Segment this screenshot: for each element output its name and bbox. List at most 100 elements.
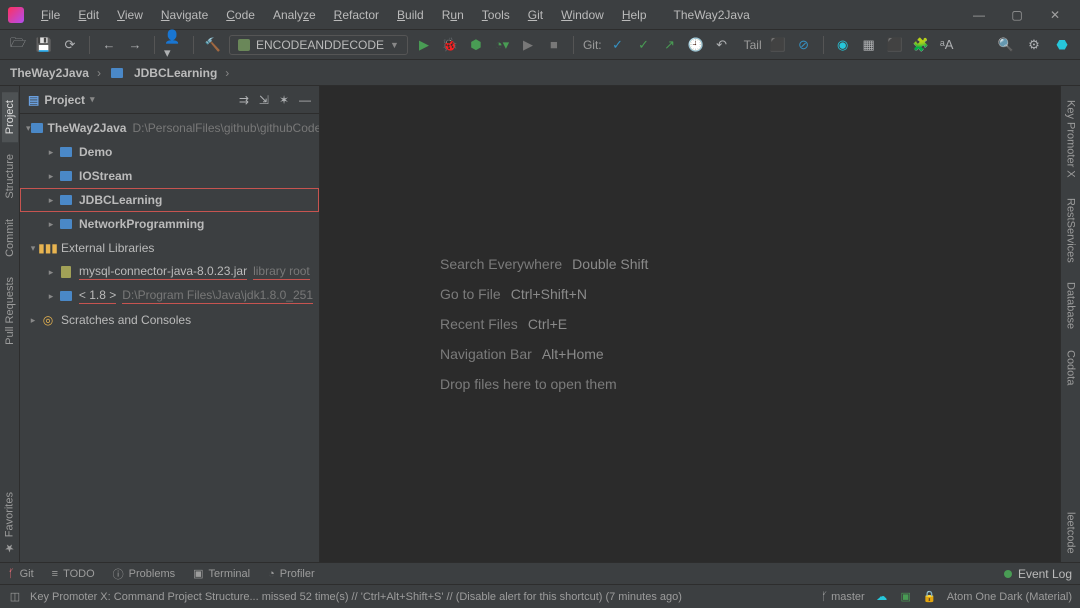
translate-icon[interactable]: ᵃA — [937, 35, 957, 55]
project-panel-title[interactable]: ▤ Project ▾ — [28, 93, 95, 107]
build-icon[interactable]: 🔨 — [203, 35, 223, 55]
run-config-selector[interactable]: ENCODEANDDECODE ▼ — [229, 35, 408, 55]
tree-lib-mysql[interactable]: ▸ mysql-connector-java-8.0.23.jar librar… — [20, 260, 319, 284]
tree-lib-jdk[interactable]: ▸ < 1.8 > D:\Program Files\Java\jdk1.8.0… — [20, 284, 319, 308]
menu-git[interactable]: Git — [521, 5, 550, 25]
tab-database[interactable]: Database — [1063, 274, 1079, 337]
select-opened-icon[interactable]: ⇉ — [239, 93, 249, 107]
vcs-commit-icon[interactable]: ✓ — [634, 35, 654, 55]
tab-structure[interactable]: Structure — [2, 146, 18, 207]
debug-icon[interactable]: 🐞 — [440, 35, 460, 55]
left-tool-gutter: Project Structure Commit Pull Requests ★… — [0, 86, 20, 562]
vcs-rollback-icon[interactable]: ↶ — [712, 35, 732, 55]
tree-module-demo[interactable]: ▸ Demo — [20, 140, 319, 164]
editor-empty[interactable]: Search EverywhereDouble Shift Go to File… — [320, 86, 1060, 562]
tree-external-libs[interactable]: ▾▮▮▮ External Libraries — [20, 236, 319, 260]
menu-code[interactable]: Code — [219, 5, 262, 25]
menu-view[interactable]: View — [110, 5, 150, 25]
menu-navigate[interactable]: Navigate — [154, 5, 215, 25]
tree-module-iostream[interactable]: ▸ IOStream — [20, 164, 319, 188]
menu-tools[interactable]: Tools — [475, 5, 517, 25]
module-icon — [58, 145, 74, 159]
tab-problems[interactable]: ⓘProblems — [113, 566, 175, 582]
hint-nav-bar: Navigation BarAlt+Home — [440, 339, 604, 369]
tree-module-jdbclearning[interactable]: ▸ JDBCLearning — [20, 188, 319, 212]
status-window-icon[interactable]: ◫ — [8, 590, 22, 604]
hide-icon[interactable]: — — [299, 93, 311, 107]
jar-icon — [58, 265, 74, 279]
menu-window[interactable]: Window — [554, 5, 611, 25]
plugin-icon[interactable]: ⬛ — [885, 35, 905, 55]
tab-rest-services[interactable]: RestServices — [1063, 190, 1079, 271]
blocked-icon[interactable]: ⊘ — [794, 35, 814, 55]
status-message: Key Promoter X: Command Project Structur… — [30, 591, 682, 603]
tail-label[interactable]: Tail — [744, 38, 762, 52]
tab-terminal[interactable]: ▣Terminal — [193, 567, 250, 580]
status-lock-icon[interactable]: 🔒 — [923, 590, 937, 604]
project-tree[interactable]: ▾ TheWay2Java D:\PersonalFiles\github\gi… — [20, 114, 319, 562]
jdk-icon — [58, 289, 74, 303]
tab-profiler[interactable]: ◔Profiler — [268, 568, 315, 580]
codota-icon[interactable]: ◉ — [833, 35, 853, 55]
tab-git[interactable]: ᚶGit — [8, 568, 34, 580]
grid-icon[interactable]: ▦ — [859, 35, 879, 55]
menu-file[interactable]: File — [34, 5, 67, 25]
tab-todo[interactable]: ≡TODO — [52, 568, 95, 580]
vcs-update-icon[interactable]: ✓ — [608, 35, 628, 55]
sync-icon[interactable]: ⟳ — [60, 35, 80, 55]
stop-icon[interactable]: ■ — [544, 35, 564, 55]
module-icon — [109, 66, 125, 80]
menu-build[interactable]: Build — [390, 5, 431, 25]
menu-refactor[interactable]: Refactor — [327, 5, 386, 25]
profile-icon[interactable]: ◔▾ — [492, 35, 512, 55]
user-icon[interactable]: 👤▾ — [164, 35, 184, 55]
tab-key-promoter[interactable]: Key Promoter X — [1063, 92, 1079, 186]
run-config-icon — [238, 39, 250, 51]
tab-commit[interactable]: Commit — [2, 211, 18, 265]
puzzle-icon[interactable]: 🧩 — [911, 35, 931, 55]
bottom-toolbar: ᚶGit ≡TODO ⓘProblems ▣Terminal ◔Profiler… — [0, 562, 1080, 584]
vcs-history-icon[interactable]: 🕘 — [686, 35, 706, 55]
expand-all-icon[interactable]: ⇲ — [259, 93, 269, 107]
tab-project[interactable]: Project — [2, 92, 18, 142]
breadcrumb-module[interactable]: JDBCLearning — [134, 66, 217, 80]
attach-icon[interactable]: ▶ — [518, 35, 538, 55]
project-panel-header: ▤ Project ▾ ⇉ ⇲ ✶ — — [20, 86, 319, 114]
run-icon[interactable]: ▶ — [414, 35, 434, 55]
coverage-icon[interactable]: ⬢ — [466, 35, 486, 55]
tab-codota[interactable]: Codota — [1063, 342, 1079, 393]
tab-event-log[interactable]: Event Log — [1018, 567, 1072, 581]
git-branch[interactable]: ᚶ master — [821, 591, 864, 603]
tree-root[interactable]: ▾ TheWay2Java D:\PersonalFiles\github\gi… — [20, 116, 319, 140]
tree-module-network[interactable]: ▸ NetworkProgramming — [20, 212, 319, 236]
hint-drop-files: Drop files here to open them — [440, 369, 617, 399]
menu-run[interactable]: Run — [435, 5, 471, 25]
tab-pull-requests[interactable]: Pull Requests — [2, 269, 18, 353]
tail-icon[interactable]: ⬛ — [768, 35, 788, 55]
status-run-icon[interactable]: ▣ — [899, 590, 913, 604]
tab-favorites[interactable]: ★ Favorites — [1, 484, 18, 562]
close-button[interactable]: ✕ — [1048, 8, 1062, 22]
tab-leetcode[interactable]: leetcode — [1063, 504, 1079, 562]
minimize-button[interactable]: — — [972, 8, 986, 22]
menu-edit[interactable]: Edit — [71, 5, 106, 25]
search-icon[interactable]: 🔍 — [996, 35, 1016, 55]
settings-icon[interactable]: ⚙ — [1024, 35, 1044, 55]
breadcrumb-root[interactable]: TheWay2Java — [10, 66, 89, 80]
event-dot-icon — [1004, 570, 1012, 578]
vcs-push-icon[interactable]: ↗ — [660, 35, 680, 55]
libs-icon: ▮▮▮ — [40, 241, 56, 255]
forward-icon[interactable]: → — [125, 35, 145, 55]
status-sync-icon[interactable]: ☁ — [875, 590, 889, 604]
save-icon[interactable]: 💾 — [34, 35, 54, 55]
gear-icon[interactable]: ✶ — [279, 93, 289, 107]
menu-analyze[interactable]: Analyze — [266, 5, 323, 25]
back-icon[interactable]: ← — [99, 35, 119, 55]
tree-scratches[interactable]: ▸◎ Scratches and Consoles — [20, 308, 319, 332]
status-theme[interactable]: Atom One Dark (Material) — [947, 591, 1072, 603]
maximize-button[interactable]: ▢ — [1010, 8, 1024, 22]
main-area: Project Structure Commit Pull Requests ★… — [0, 86, 1080, 562]
menu-help[interactable]: Help — [615, 5, 654, 25]
shield-icon[interactable]: ⬣ — [1052, 35, 1072, 55]
open-icon[interactable]: 🗁 — [8, 35, 28, 55]
